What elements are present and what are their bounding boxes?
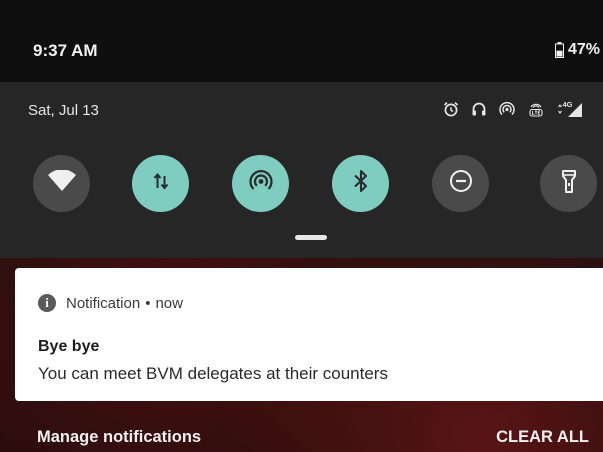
clear-all-button[interactable]: CLEAR ALL: [496, 428, 589, 447]
status-bar: 9:37 AM 47%: [0, 0, 603, 82]
wifi-icon: [47, 169, 77, 197]
network-4g-icon: 4G: [557, 100, 583, 118]
battery-percent: 47%: [567, 41, 600, 58]
headphones-icon: [471, 101, 487, 117]
flashlight-icon: [559, 168, 579, 199]
notification-app-label: Notification: [66, 294, 141, 312]
hotspot-icon: [248, 168, 274, 199]
notification-title: Bye bye: [38, 338, 100, 355]
tile-hotspot[interactable]: [232, 155, 289, 212]
battery-indicator: 47%: [554, 41, 600, 59]
data-arrows-icon: [150, 170, 172, 197]
tile-flashlight[interactable]: [540, 155, 597, 212]
notification-footer: Manage notifications CLEAR ALL: [0, 420, 603, 452]
dnd-icon: [448, 168, 474, 199]
network-type-label: 4G: [563, 100, 573, 109]
alarm-icon: [443, 101, 459, 117]
bluetooth-icon: [351, 168, 371, 199]
volte-icon: [527, 101, 545, 117]
notification-time: now: [155, 294, 183, 312]
panel-drag-handle[interactable]: [295, 235, 327, 240]
tile-wifi[interactable]: [33, 155, 90, 212]
hotspot-status-icon: [499, 101, 515, 117]
tile-mobile-data[interactable]: [132, 155, 189, 212]
notification-separator: •: [145, 294, 151, 312]
quick-settings-panel: Sat, Jul 13 4G: [0, 82, 603, 258]
notification-card[interactable]: i Notification • now Bye bye You can mee…: [15, 268, 603, 401]
notification-shade: 9:37 AM 47% Sat, Jul 13 4G i Notificatio…: [0, 0, 603, 452]
battery-icon: [554, 42, 564, 58]
notification-header: i Notification • now: [38, 294, 183, 312]
date-label: Sat, Jul 13: [28, 102, 99, 119]
tile-bluetooth[interactable]: [332, 155, 389, 212]
info-icon: i: [38, 294, 56, 312]
manage-notifications-button[interactable]: Manage notifications: [37, 428, 201, 447]
tile-do-not-disturb[interactable]: [432, 155, 489, 212]
system-icons: 4G: [443, 100, 583, 118]
notification-body: You can meet BVM delegates at their coun…: [38, 364, 388, 383]
status-time: 9:37 AM: [33, 41, 98, 60]
